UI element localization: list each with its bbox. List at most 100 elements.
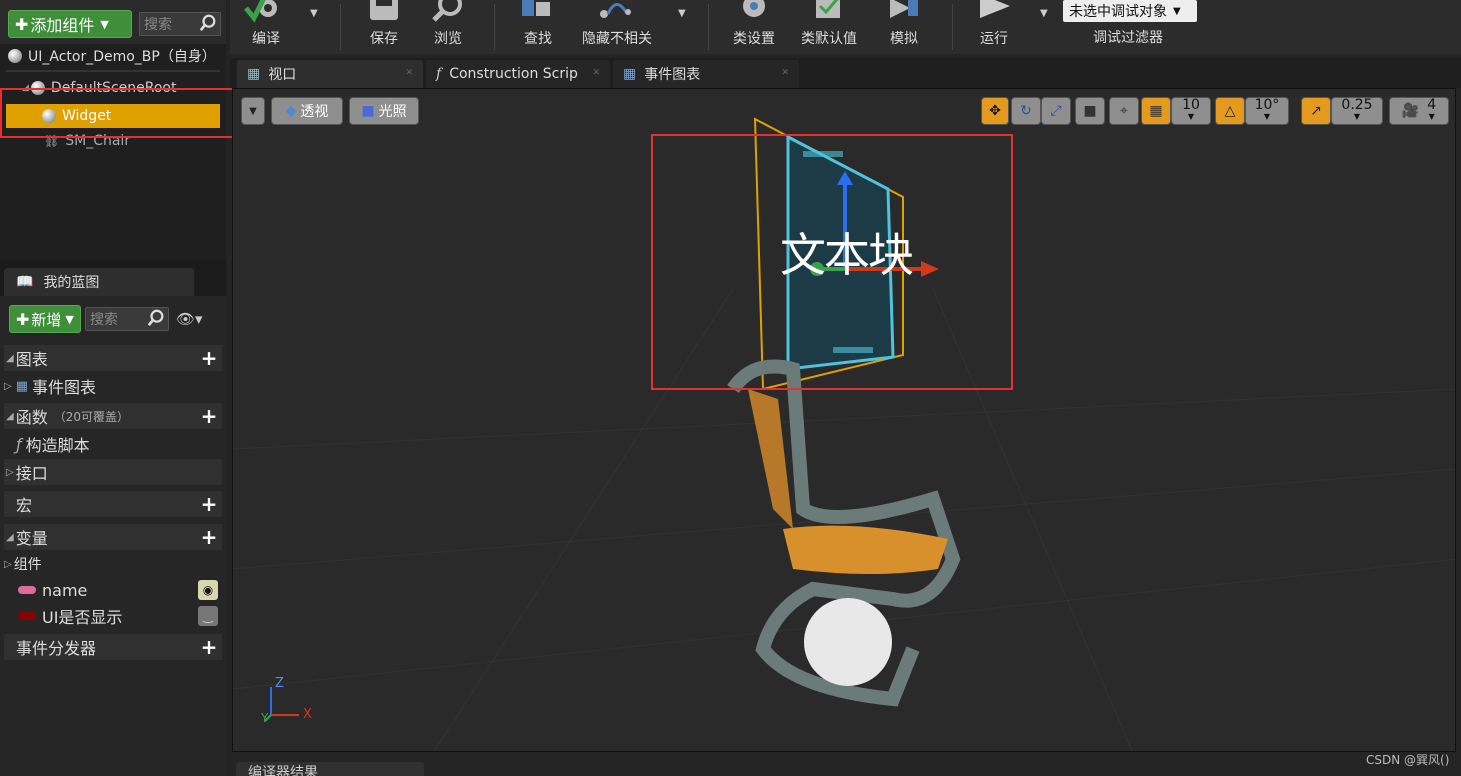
add-function-button[interactable]: + — [200, 406, 218, 426]
viewport[interactable]: 文本块 X Z Y ▼ ◆ 透视 ■ 光照 ✥ ↻ ⤢ ■ ⌖ ▦ 10 ▼ △ … — [232, 88, 1456, 752]
add-variable-button[interactable]: + — [200, 527, 218, 547]
camera-speed-button[interactable]: 🎥 4 ▼ — [1389, 97, 1449, 125]
chair-seat-cushion — [783, 525, 948, 574]
gear-icon — [743, 0, 765, 17]
add-component-button[interactable]: ✚ 添加组件 ▼ — [8, 10, 132, 38]
grid-snap-toggle[interactable]: ▦ — [1141, 97, 1171, 125]
lighting-button[interactable]: ■ 光照 — [349, 97, 419, 125]
new-button[interactable]: ✚ 新增 ▼ — [9, 305, 81, 333]
close-tab-icon[interactable]: ✕ — [781, 68, 789, 78]
compile-icon — [244, 0, 277, 23]
watermark: CSDN @巽风() — [1366, 753, 1450, 767]
variable-ui-visible[interactable]: UI是否显示 ‿ — [4, 603, 222, 629]
compile-options-dropdown[interactable]: ▼ — [310, 8, 318, 19]
debug-object-select[interactable]: 未选中调试对象 ▼ — [1063, 0, 1197, 22]
expand-icon: ◢ — [6, 352, 14, 364]
hide-options-dropdown[interactable]: ▼ — [678, 8, 686, 19]
left-panel: ✚ 添加组件 ▼ 搜索 UI_Actor_Demo_BP（自身） ◢ Defau… — [0, 0, 240, 776]
class-defaults-icon — [816, 0, 840, 18]
translate-mode-button[interactable]: ✥ — [981, 97, 1009, 125]
plus-icon: ✚ — [16, 309, 30, 329]
add-graph-button[interactable]: + — [200, 348, 218, 368]
scale-snap-value[interactable]: 0.25 ▼ — [1331, 97, 1383, 125]
eye-hidden-toggle-icon[interactable]: ‿ — [198, 606, 218, 626]
section-variables[interactable]: ◢ 变量 + — [4, 524, 222, 550]
simulate-button[interactable]: 模拟 — [880, 0, 928, 54]
rotate-icon: ↻ — [1020, 103, 1032, 119]
main-toolbar: 编译 ▼ 保存 浏览 查找 隐藏不相关 ▼ 类设置 类默认值 模拟 运行 ▼ — [230, 0, 1461, 54]
separator — [340, 4, 341, 50]
scale-arrow-icon: ↗ — [1310, 103, 1322, 119]
scale-snap-toggle[interactable]: ↗ — [1301, 97, 1331, 125]
tab-viewport[interactable]: ▦ 视口 ✕ — [237, 60, 423, 88]
event-graph-item[interactable]: ▷ ▦ 事件图表 — [4, 373, 222, 399]
class-defaults-button[interactable]: 类默认值 — [796, 0, 862, 54]
components-category[interactable]: ▷ 组件 — [4, 551, 222, 577]
section-macros[interactable]: 宏 + — [4, 491, 222, 517]
viewport-options-dropdown[interactable]: ▼ — [241, 97, 265, 125]
viewport-icon: ▦ — [247, 66, 261, 82]
save-button[interactable]: 保存 — [360, 0, 408, 54]
add-macro-button[interactable]: + — [200, 494, 218, 514]
actor-icon — [8, 49, 22, 63]
book-icon: 📖 — [16, 274, 34, 290]
tree-item-self[interactable]: UI_Actor_Demo_BP（自身） — [8, 45, 216, 67]
compile-button[interactable]: 编译 — [234, 0, 298, 54]
find-icon — [522, 0, 550, 16]
save-icon — [370, 0, 398, 20]
collapsed-icon: ▷ — [4, 558, 12, 570]
find-button[interactable]: 查找 — [516, 0, 560, 54]
separator — [708, 4, 709, 50]
collapsed-icon: ▷ — [4, 380, 12, 392]
chair-base-sphere — [804, 598, 892, 686]
scale-mode-button[interactable]: ⤢ — [1041, 97, 1071, 125]
play-options-dropdown[interactable]: ▼ — [1040, 8, 1048, 19]
angle-icon: △ — [1224, 103, 1236, 119]
tab-construction-script[interactable]: f Construction Scrip ✕ — [426, 60, 610, 88]
play-button[interactable]: 运行 — [972, 0, 1016, 54]
grid-icon: ▦ — [1149, 103, 1163, 119]
surface-snap-button[interactable]: ⌖ — [1109, 97, 1139, 125]
rotation-snap-toggle[interactable]: △ — [1215, 97, 1245, 125]
world-local-toggle[interactable]: ■ — [1075, 97, 1105, 125]
components-search-input[interactable]: 搜索 — [139, 12, 221, 36]
caret-down-icon: ▼ — [100, 17, 109, 31]
simulate-icon — [890, 0, 918, 18]
close-tab-icon[interactable]: ✕ — [592, 68, 600, 78]
eye-visible-toggle-icon[interactable]: ◉ — [198, 580, 218, 600]
perspective-button[interactable]: ◆ 透视 — [271, 97, 343, 125]
section-graphs[interactable]: ◢ 图表 + — [4, 345, 222, 371]
scale-icon: ⤢ — [1050, 103, 1062, 119]
hide-unrelated-button[interactable]: 隐藏不相关 — [576, 0, 658, 54]
browse-button[interactable]: 浏览 — [422, 0, 474, 54]
add-dispatcher-button[interactable]: + — [200, 637, 218, 657]
browse-icon — [432, 0, 462, 22]
cube-icon: ■ — [1083, 103, 1097, 119]
axis-y-label: Y — [261, 711, 269, 725]
divider — [6, 70, 220, 72]
chair-back-cushion — [748, 389, 793, 529]
collapsed-icon: ▷ — [6, 466, 14, 478]
expand-icon: ◢ — [6, 410, 14, 422]
event-graph-icon: ▦ — [15, 378, 28, 394]
tab-compiler-results[interactable]: 编译器结果 — [236, 762, 424, 776]
eye-visibility-icon[interactable]: 👁▾ — [176, 310, 203, 328]
section-functions[interactable]: ◢ 函数 （20可覆盖） + — [4, 403, 222, 429]
construct-script-item[interactable]: ƒ 构造脚本 — [4, 431, 222, 457]
grid-snap-value[interactable]: 10 ▼ — [1171, 97, 1211, 125]
components-toolbar: ✚ 添加组件 ▼ 搜索 — [0, 0, 226, 44]
tab-event-graph[interactable]: ▦ 事件图表 ✕ — [613, 60, 799, 88]
blueprint-editor: { "components": { "add_label": "添加组件", "… — [0, 0, 1461, 776]
close-tab-icon[interactable]: ✕ — [405, 68, 413, 78]
debug-filter-label: 调试过滤器 — [1093, 30, 1163, 46]
rotate-mode-button[interactable]: ↻ — [1011, 97, 1041, 125]
rotation-snap-value[interactable]: 10° ▼ — [1245, 97, 1289, 125]
section-dispatchers[interactable]: 事件分发器 + — [4, 634, 222, 660]
separator — [952, 4, 953, 50]
tab-my-blueprint[interactable]: 📖 我的蓝图 — [4, 268, 194, 296]
section-interfaces[interactable]: ▷ 接口 — [4, 459, 222, 485]
blueprint-search-input[interactable]: 搜索 — [85, 307, 169, 331]
class-settings-button[interactable]: 类设置 — [726, 0, 782, 54]
function-icon: ƒ — [16, 434, 22, 454]
variable-name[interactable]: name ◉ — [4, 577, 222, 603]
